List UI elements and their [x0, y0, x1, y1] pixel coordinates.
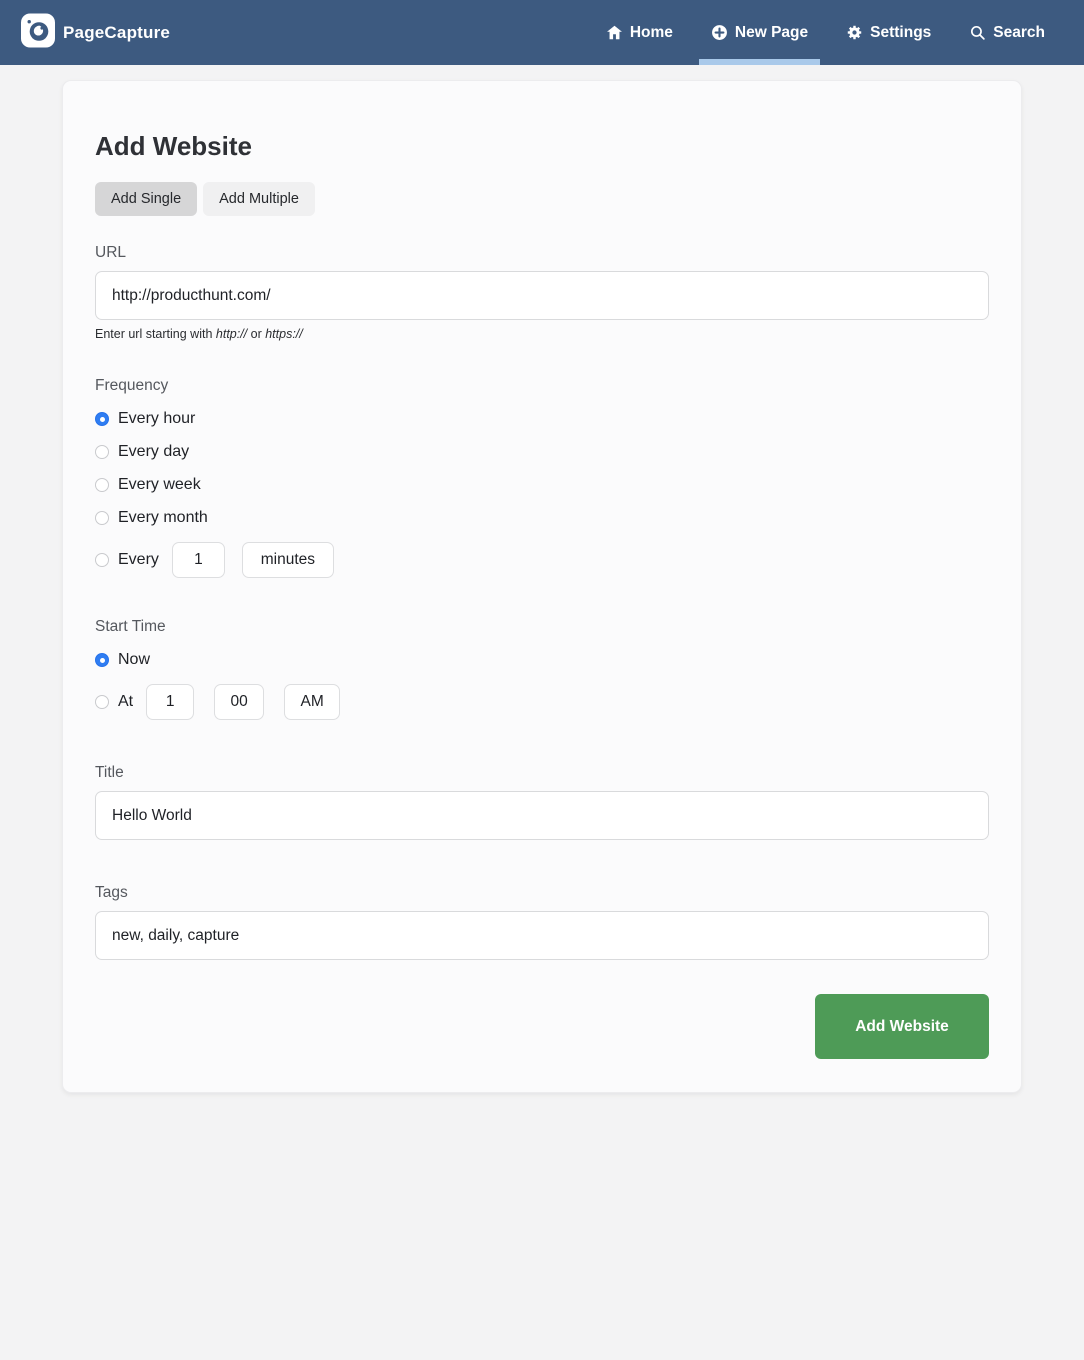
radio-unselected-icon	[95, 695, 109, 709]
radio-label: Now	[118, 651, 151, 668]
start-time-section: Start Time Now At	[95, 618, 989, 720]
radio-label: Every week	[118, 476, 201, 493]
nav-item-settings[interactable]: Settings	[834, 0, 943, 65]
mode-tabs: Add Single Add Multiple	[95, 182, 989, 216]
nav-items: Home New Page Settings Search	[594, 0, 1057, 65]
add-website-button[interactable]: Add Website	[815, 994, 989, 1059]
radio-unselected-icon	[95, 445, 109, 459]
radio-label: Every hour	[118, 410, 196, 427]
radio-unselected-icon	[95, 553, 109, 567]
frequency-section: Frequency Every hour Every day Every wee…	[95, 377, 989, 578]
start-time-label: Start Time	[95, 618, 166, 635]
url-hint-prefix: Enter url starting with	[95, 327, 216, 341]
radio-unselected-icon	[95, 478, 109, 492]
start-minute-input[interactable]	[214, 684, 265, 720]
pagecapture-logo-icon	[20, 12, 57, 54]
brand-name: PageCapture	[63, 22, 171, 42]
home-icon	[606, 24, 623, 41]
radio-every-hour[interactable]: Every hour	[95, 410, 195, 428]
tab-add-single[interactable]: Add Single	[95, 182, 198, 216]
nav-item-label: Settings	[870, 23, 932, 41]
url-input[interactable]	[95, 271, 989, 320]
nav-item-label: Home	[629, 23, 673, 41]
radio-every-day[interactable]: Every day	[95, 443, 189, 461]
url-hint-http: http://	[215, 327, 248, 341]
radio-unselected-icon	[95, 511, 109, 525]
radio-selected-icon	[95, 653, 109, 667]
frequency-label: Frequency	[95, 377, 169, 394]
radio-every-custom[interactable]: Every	[95, 542, 334, 578]
page-title: Add Website	[95, 131, 252, 161]
url-hint-or: or	[247, 327, 266, 341]
nav-item-search[interactable]: Search	[957, 0, 1057, 65]
radio-start-at[interactable]: At	[95, 684, 341, 720]
gear-icon	[846, 24, 863, 41]
radio-every-month[interactable]: Every month	[95, 509, 208, 527]
start-hour-input[interactable]	[146, 684, 195, 720]
frequency-options: Every hour Every day Every week Every mo…	[95, 410, 989, 578]
tags-label: Tags	[95, 884, 128, 901]
url-section: URL Enter url starting with http:// or h…	[95, 244, 989, 341]
radio-label: At	[118, 693, 134, 710]
radio-selected-icon	[95, 412, 109, 426]
nav-item-home[interactable]: Home	[594, 0, 685, 65]
custom-interval-input[interactable]	[171, 542, 225, 578]
custom-unit-select[interactable]	[241, 542, 334, 578]
url-hint-https: https://	[265, 327, 303, 341]
radio-label: Every month	[118, 509, 208, 526]
radio-label: Every day	[118, 443, 190, 460]
title-input[interactable]	[95, 791, 989, 840]
start-meridiem-select[interactable]	[284, 684, 341, 720]
radio-every-week[interactable]: Every week	[95, 476, 201, 494]
tab-add-multiple[interactable]: Add Multiple	[203, 182, 315, 216]
tags-input[interactable]	[95, 911, 989, 960]
title-label: Title	[95, 764, 124, 781]
brand[interactable]: PageCapture	[20, 0, 170, 65]
radio-label: Every	[118, 551, 159, 568]
form-actions: Add Website	[95, 994, 989, 1059]
radio-start-now[interactable]: Now	[95, 651, 150, 669]
navbar: PageCapture Home New Page Settings Searc…	[0, 0, 1084, 65]
url-label: URL	[95, 244, 127, 261]
nav-item-label: Search	[993, 23, 1045, 41]
search-icon	[969, 24, 986, 41]
nav-item-label: New Page	[734, 23, 809, 41]
plus-circle-icon	[711, 24, 728, 41]
start-time-options: Now At	[95, 651, 989, 720]
tags-section: Tags	[95, 884, 989, 960]
nav-item-new-page[interactable]: New Page	[698, 0, 821, 65]
add-website-card: Add Website Add Single Add Multiple URL …	[62, 80, 1022, 1093]
title-section: Title	[95, 764, 989, 840]
url-hint: Enter url starting with http:// or https…	[95, 327, 989, 341]
